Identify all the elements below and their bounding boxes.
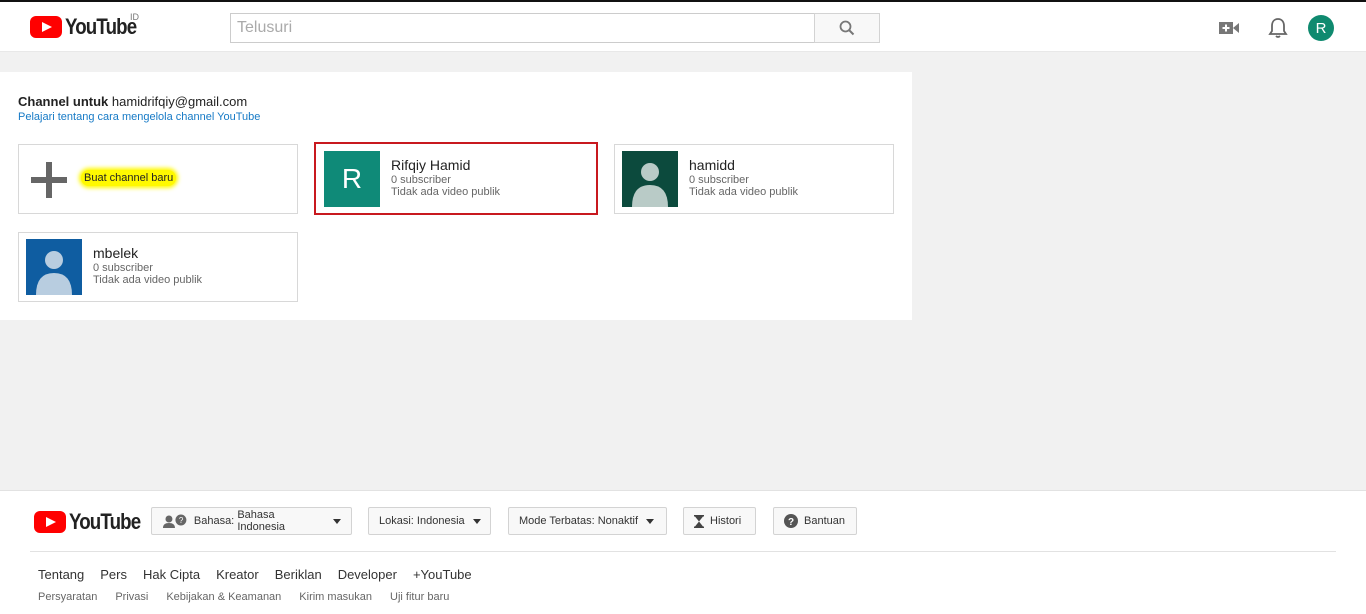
help-label: Bantuan — [804, 515, 845, 527]
footer-link[interactable]: Pers — [100, 567, 127, 582]
language-label: Bahasa: — [193, 515, 235, 527]
footer-divider — [30, 551, 1336, 552]
page-title: Channel untuk hamidrifqiy@gmail.com — [18, 94, 247, 109]
channel-videos: Tidak ada video publik — [689, 186, 799, 198]
channel-card-mbelek[interactable]: mbelek 0 subscriber Tidak ada video publ… — [18, 232, 298, 302]
channel-videos: Tidak ada video publik — [93, 274, 203, 286]
channel-name: hamidd — [689, 157, 735, 173]
create-channel-card[interactable]: Buat channel baru — [18, 144, 298, 214]
location-label: Lokasi: — [379, 515, 414, 527]
footer-link[interactable]: Developer — [338, 567, 397, 582]
learn-manage-channel-link[interactable]: Pelajari tentang cara mengelola channel … — [18, 111, 260, 123]
channel-card-rifqiy-hamid[interactable]: R Rifqiy Hamid 0 subscriber Tidak ada vi… — [314, 142, 598, 215]
youtube-logo[interactable]: YouTube ID — [30, 12, 149, 40]
footer-link[interactable]: Tentang — [38, 567, 84, 582]
location-button[interactable]: Lokasi: Indonesia — [368, 507, 491, 535]
restricted-label: Mode Terbatas: — [519, 515, 595, 527]
search-button[interactable] — [814, 13, 880, 43]
channel-subscribers: 0 subscriber — [391, 174, 451, 186]
top-bar: YouTube ID R — [0, 0, 1366, 52]
title-prefix: Channel untuk — [18, 94, 109, 109]
notifications-bell-icon[interactable] — [1266, 16, 1290, 40]
footer-youtube-logo[interactable]: YouTube — [34, 509, 153, 535]
footer: YouTube ? Bahasa: Bahasa Indonesia Lokas… — [0, 490, 1366, 614]
help-icon: ? — [784, 514, 798, 528]
default-avatar-icon — [622, 151, 678, 207]
footer-link[interactable]: Privasi — [115, 591, 148, 603]
channel-subscribers: 0 subscriber — [93, 262, 153, 274]
channel-avatar: R — [324, 151, 380, 207]
channel-videos: Tidak ada video publik — [391, 186, 501, 198]
footer-link[interactable]: Persyaratan — [38, 591, 97, 603]
history-label: Histori — [710, 515, 742, 527]
channel-subscribers: 0 subscriber — [689, 174, 749, 186]
channel-name: Rifqiy Hamid — [391, 157, 471, 173]
footer-secondary-links: Persyaratan Privasi Kebijakan & Keamanan… — [38, 591, 467, 603]
chevron-down-icon — [472, 518, 481, 524]
restricted-mode-button[interactable]: Mode Terbatas: Nonaktif — [508, 507, 667, 535]
chevron-down-icon — [333, 518, 341, 524]
logo-text: YouTube — [65, 14, 137, 39]
language-value: Bahasa Indonesia — [237, 509, 286, 533]
default-avatar-icon — [26, 239, 82, 295]
footer-link[interactable]: Beriklan — [275, 567, 322, 582]
footer-link[interactable]: Uji fitur baru — [390, 591, 449, 603]
language-button[interactable]: ? Bahasa: Bahasa Indonesia — [151, 507, 352, 535]
channel-name: mbelek — [93, 245, 139, 261]
footer-link[interactable]: Kebijakan & Keamanan — [166, 591, 281, 603]
search-input[interactable] — [230, 13, 814, 43]
footer-link[interactable]: +YouTube — [413, 567, 472, 582]
hourglass-icon — [694, 514, 704, 528]
youtube-play-icon — [30, 16, 62, 38]
channel-switcher-panel: Channel untuk hamidrifqiy@gmail.com Pela… — [0, 72, 912, 320]
footer-logo-text: YouTube — [69, 509, 141, 534]
plus-icon — [31, 162, 67, 198]
help-button[interactable]: ? Bantuan — [773, 507, 857, 535]
svg-text:?: ? — [788, 517, 794, 528]
chevron-down-icon — [646, 518, 655, 524]
history-button[interactable]: Histori — [683, 507, 756, 535]
channel-card-hamidd[interactable]: hamidd 0 subscriber Tidak ada video publ… — [614, 144, 894, 214]
create-channel-label: Buat channel baru — [81, 170, 177, 186]
youtube-play-icon — [34, 511, 66, 533]
search-bar — [230, 13, 880, 43]
footer-link[interactable]: Hak Cipta — [143, 567, 200, 582]
account-avatar[interactable]: R — [1308, 15, 1334, 41]
upload-video-icon[interactable] — [1217, 16, 1241, 40]
restricted-value: Nonaktif — [597, 515, 639, 527]
search-icon — [839, 20, 855, 36]
avatar-letter: R — [341, 163, 363, 194]
footer-link[interactable]: Kreator — [216, 567, 259, 582]
country-code: ID — [130, 12, 139, 22]
language-icon: ? — [162, 514, 187, 528]
footer-link[interactable]: Kirim masukan — [299, 591, 372, 603]
account-email: hamidrifqiy@gmail.com — [111, 94, 248, 109]
svg-text:?: ? — [179, 516, 184, 525]
location-value: Indonesia — [416, 515, 465, 527]
footer-primary-links: Tentang Pers Hak Cipta Kreator Beriklan … — [38, 567, 488, 582]
